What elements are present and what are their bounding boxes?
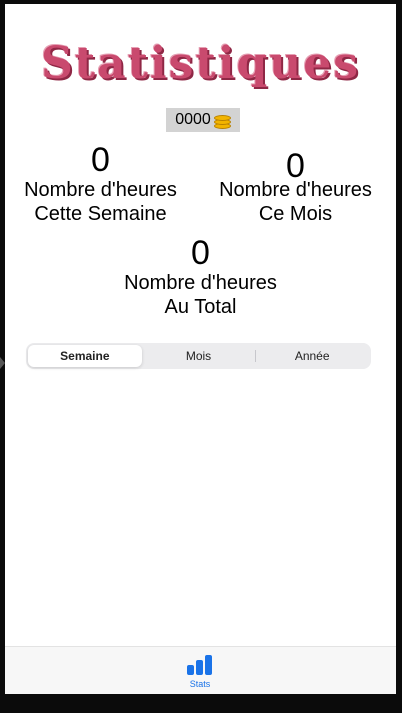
stat-total-label-line2: Au Total	[164, 296, 237, 318]
stat-week-label-line1: Nombre d'heures	[24, 179, 177, 201]
tab-stats[interactable]: Stats	[180, 655, 220, 693]
stat-week: 0 Nombre d'heures Cette Semaine	[13, 142, 188, 226]
stat-month-label-line2: Ce Mois	[258, 203, 333, 225]
stat-week-value: 0	[91, 141, 110, 179]
stat-total: 0 Nombre d'heures Au Total	[108, 235, 293, 319]
stat-total-value: 0	[191, 234, 210, 272]
coin-count: 0000	[175, 111, 211, 128]
device-frame: Statistiques 0000 0 Nombre d'heures Cett…	[0, 0, 402, 713]
period-segmented-control: Semaine Mois Année	[26, 343, 371, 369]
segment-mois[interactable]: Mois	[142, 345, 256, 367]
page-title: Statistiques	[41, 38, 360, 89]
stat-total-label-line1: Nombre d'heures	[124, 272, 277, 294]
stat-month: 0 Nombre d'heures Ce Mois	[208, 148, 383, 226]
coins-icon	[213, 112, 231, 129]
stat-week-label-line2: Cette Semaine	[34, 203, 167, 225]
segment-semaine[interactable]: Semaine	[28, 345, 142, 367]
coin-counter: 0000	[166, 108, 240, 132]
app-screen: Statistiques 0000 0 Nombre d'heures Cett…	[5, 4, 396, 694]
tab-bar: Stats	[5, 646, 396, 694]
segment-annee[interactable]: Année	[255, 345, 369, 367]
stat-month-label-line1: Nombre d'heures	[219, 179, 372, 201]
tab-stats-label: Stats	[189, 679, 211, 689]
bar-chart-icon	[187, 655, 213, 675]
